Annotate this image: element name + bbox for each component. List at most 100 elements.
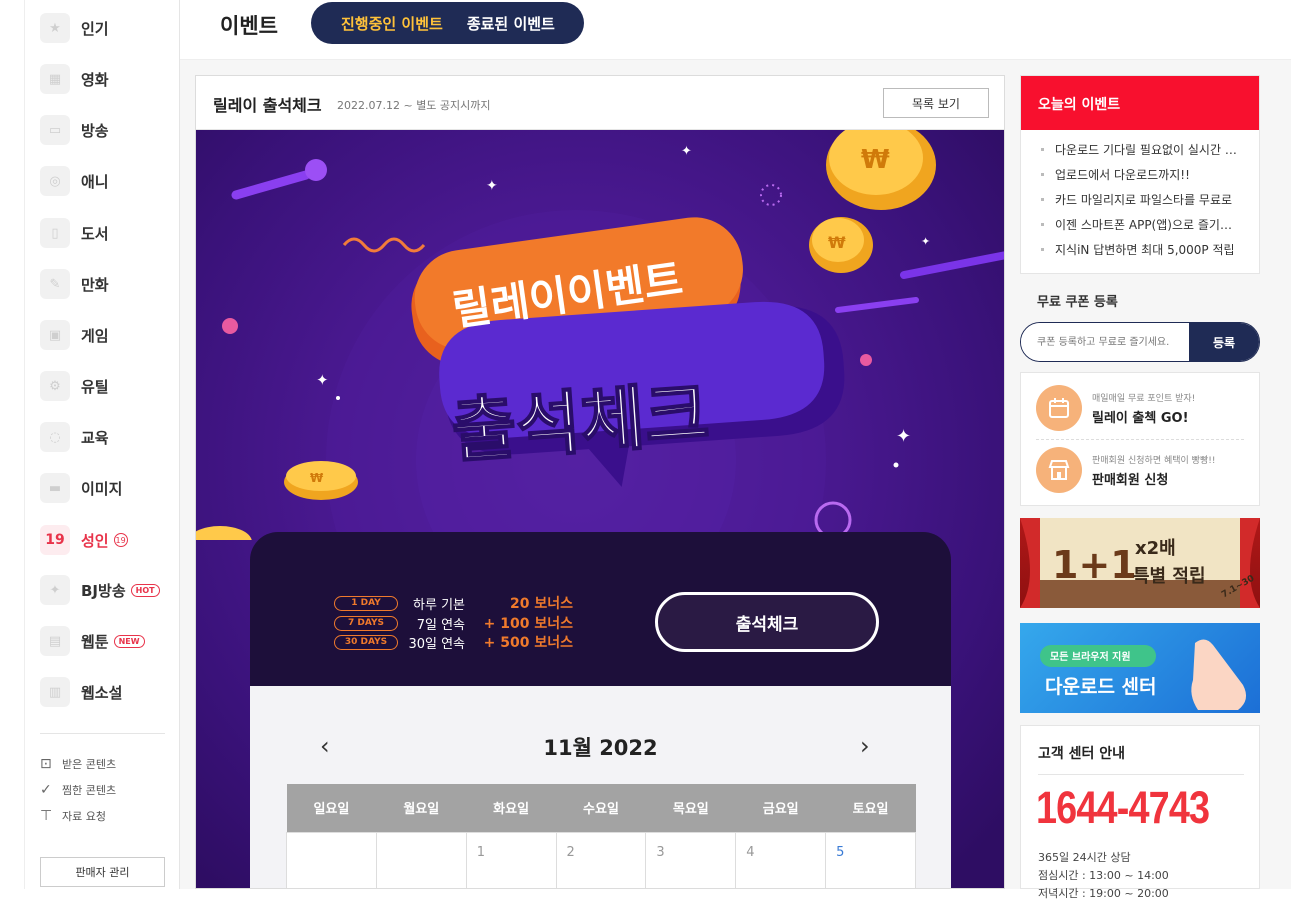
document-icon: ▥: [40, 677, 70, 707]
download-center-art: 모든 브라우저 지원 다운로드 센터: [1040, 639, 1247, 710]
weekday-header: 토요일: [825, 784, 916, 832]
coupon-title: 무료 쿠폰 등록: [1037, 295, 1118, 310]
sidebar-item-movie[interactable]: ▦ 영화: [40, 61, 180, 97]
sidebar-item-game[interactable]: ▣ 게임: [40, 317, 180, 353]
double-points-banner[interactable]: 1+1 x2배 특별 적립 7.1~30: [1020, 518, 1260, 608]
event-title: 릴레이 출석체크: [213, 96, 322, 115]
sidebar-item-bj[interactable]: ✦ BJ방송 HOT: [40, 572, 180, 608]
sidebar-item-utility[interactable]: ⚙ 유틸: [40, 368, 180, 404]
event-tabs: 진행중인 이벤트 종료된 이벤트: [311, 2, 584, 44]
page-title: 이벤트: [220, 14, 278, 38]
event-date: 2022.07.12 ~ 별도 공지시까지: [337, 99, 491, 112]
sidebar-item-label: 영화: [81, 70, 109, 89]
calendar-day-cell[interactable]: 5: [825, 831, 916, 888]
list-item[interactable]: 카드 마일리지로 파일스타를 무료로: [1041, 191, 1241, 216]
sidebar-item-book[interactable]: ▯ 도서: [40, 215, 180, 251]
request-icon: ⊤: [40, 808, 53, 824]
double-points-art: 1+1 x2배 특별 적립 7.1~30: [1020, 518, 1260, 608]
calendar-day-cell: [286, 831, 377, 888]
weekday-header: 목요일: [645, 784, 736, 832]
promo-divider: [1036, 439, 1244, 440]
download-center-banner[interactable]: 모든 브라우저 지원 다운로드 센터: [1020, 623, 1260, 713]
event-header: 릴레이 출석체크 2022.07.12 ~ 별도 공지시까지 목록 보기: [196, 76, 1004, 130]
calendar-day-cell[interactable]: 4: [735, 831, 827, 888]
svg-text:✦: ✦: [681, 144, 692, 159]
promo-title: 판매회원 신청: [1092, 472, 1169, 488]
sidebar-item-webtoon[interactable]: ▤ 웹툰 NEW: [40, 623, 180, 659]
sidebar-item-webnovel[interactable]: ▥ 웹소설: [40, 674, 180, 710]
reward-row: 1 DAY 하루 기본 20 보너스: [334, 594, 573, 613]
weekday-header: 수요일: [556, 784, 646, 832]
weekday-header: 일요일: [286, 784, 377, 832]
svg-text:₩: ₩: [861, 145, 890, 175]
hot-badge: HOT: [130, 583, 160, 597]
reward-bonus: + 100 보너스: [483, 616, 573, 632]
sidebar-item-adult[interactable]: 19 성인 19: [40, 522, 180, 558]
reward-desc: 30일 연속: [408, 636, 465, 652]
svg-text:✦: ✦: [316, 371, 329, 389]
sidebar-item-popular[interactable]: ★ 인기: [40, 10, 180, 46]
truck-icon: ▬: [40, 473, 70, 503]
reward-desc: 7일 연속: [416, 617, 465, 633]
left-sidebar: ★ 인기 ▦ 영화 ▭ 방송 ◎ 애니 ▯ 도서 ✎ 만화 ▣ 게임 ⚙ 유틸 …: [24, 0, 180, 889]
cs-divider: [1038, 774, 1244, 775]
attendance-check-button[interactable]: 출석체크: [655, 592, 879, 652]
calendar-week-row: 1 2 3 4 5: [286, 831, 916, 888]
link-label: 찜한 콘텐츠: [62, 784, 117, 797]
seller-manage-button[interactable]: 판매자 관리: [40, 857, 165, 887]
sparkle-icon: ✦: [40, 575, 70, 605]
sidebar-item-label: 웹소설: [81, 683, 123, 702]
list-item[interactable]: 업로드에서 다운로드까지!!: [1041, 166, 1241, 191]
sidebar-item-comic[interactable]: ✎ 만화: [40, 266, 180, 302]
sidebar-item-label: 이미지: [81, 479, 123, 498]
received-content-link[interactable]: ⊡ 받은 콘텐츠: [40, 756, 116, 772]
tab-ongoing-events[interactable]: 진행중인 이벤트: [341, 13, 443, 34]
wishlist-content-link[interactable]: ✓ 찜한 콘텐츠: [40, 782, 116, 798]
today-events-list: 다운로드 기다릴 필요없이 실시간 다운로드 업로드에서 다운로드까지!! 카드…: [1021, 130, 1259, 266]
cs-hours-line: 365일 24시간 상담: [1038, 851, 1131, 864]
sidebar-item-label: 인기: [81, 19, 109, 38]
sidebar-item-anime[interactable]: ◎ 애니: [40, 163, 180, 199]
ad1-mult-text: x2배: [1135, 538, 1176, 559]
sidebar-item-education[interactable]: ◌ 교육: [40, 419, 180, 455]
promo-seller[interactable]: 판매회원 신청하면 혜택이 빵빵!! 판매회원 신청: [1036, 445, 1246, 495]
promo-attendance[interactable]: 매일매일 무료 포인트 받자! 릴레이 출첵 GO!: [1036, 383, 1246, 433]
sidebar-item-image[interactable]: ▬ 이미지: [40, 470, 180, 506]
reward-row: 7 DAYS 7일 연속 + 100 보너스: [334, 614, 573, 633]
store-icon: [1036, 447, 1082, 493]
webtoon-icon: ▤: [40, 626, 70, 656]
top-bar: 이벤트 진행중인 이벤트 종료된 이벤트: [180, 0, 1291, 60]
reward-day-pill: 30 DAYS: [334, 634, 398, 650]
event-banner: ✦ ✦ ✦ ✦ ✦ ₩ ₩ ₩ 릴레이이벤트 출석체크 1 DAY 하루 기본 …: [196, 130, 1004, 888]
list-item[interactable]: 이젠 스마트폰 APP(앱)으로 즐기세요: [1041, 216, 1241, 241]
cs-dinner-line: 저녁시간 : 19:00 ~ 20:00: [1038, 887, 1169, 900]
today-events-box: 오늘의 이벤트 다운로드 기다릴 필요없이 실시간 다운로드 업로드에서 다운로…: [1020, 75, 1260, 274]
reward-bonus: + 500 보너스: [483, 635, 573, 651]
sidebar-item-label: 교육: [81, 428, 109, 447]
list-item[interactable]: 지식iN 답변하면 최대 5,000P 적립: [1041, 241, 1241, 266]
calendar-day-cell[interactable]: 1: [465, 831, 557, 888]
list-view-button[interactable]: 목록 보기: [883, 88, 989, 118]
coupon-register-button[interactable]: 등록: [1189, 323, 1259, 361]
calendar-day-cell[interactable]: 3: [645, 831, 737, 888]
sidebar-item-label: 유틸: [81, 377, 109, 396]
weekday-header: 화요일: [466, 784, 557, 832]
coupon-form: 등록: [1020, 322, 1260, 362]
calendar-table: 일요일 월요일 화요일 수요일 목요일 금요일 토요일 1 2 3 4 5: [286, 784, 916, 888]
today-events-title: 오늘의 이벤트: [1021, 76, 1259, 130]
sidebar-item-broadcast[interactable]: ▭ 방송: [40, 112, 180, 148]
calendar-month: 11월 2022: [543, 736, 658, 760]
coupon-input[interactable]: [1021, 323, 1189, 361]
request-content-link[interactable]: ⊤ 자료 요청: [40, 808, 106, 824]
star-icon: ★: [40, 13, 70, 43]
list-item[interactable]: 다운로드 기다릴 필요없이 실시간 다운로드: [1041, 141, 1241, 166]
sidebar-item-label: 게임: [81, 326, 109, 345]
adult-badge: 19: [113, 533, 128, 547]
ad1-big-text: 1+1: [1052, 543, 1137, 587]
double-check-icon: ✓: [40, 782, 52, 798]
tab-ended-events[interactable]: 종료된 이벤트: [467, 13, 555, 34]
cs-title: 고객 센터 안내: [1038, 746, 1126, 762]
reward-row: 30 DAYS 30일 연속 + 500 보너스: [334, 633, 573, 652]
calendar-day-cell[interactable]: 2: [555, 831, 647, 888]
reward-day-pill: 7 DAYS: [334, 615, 398, 631]
